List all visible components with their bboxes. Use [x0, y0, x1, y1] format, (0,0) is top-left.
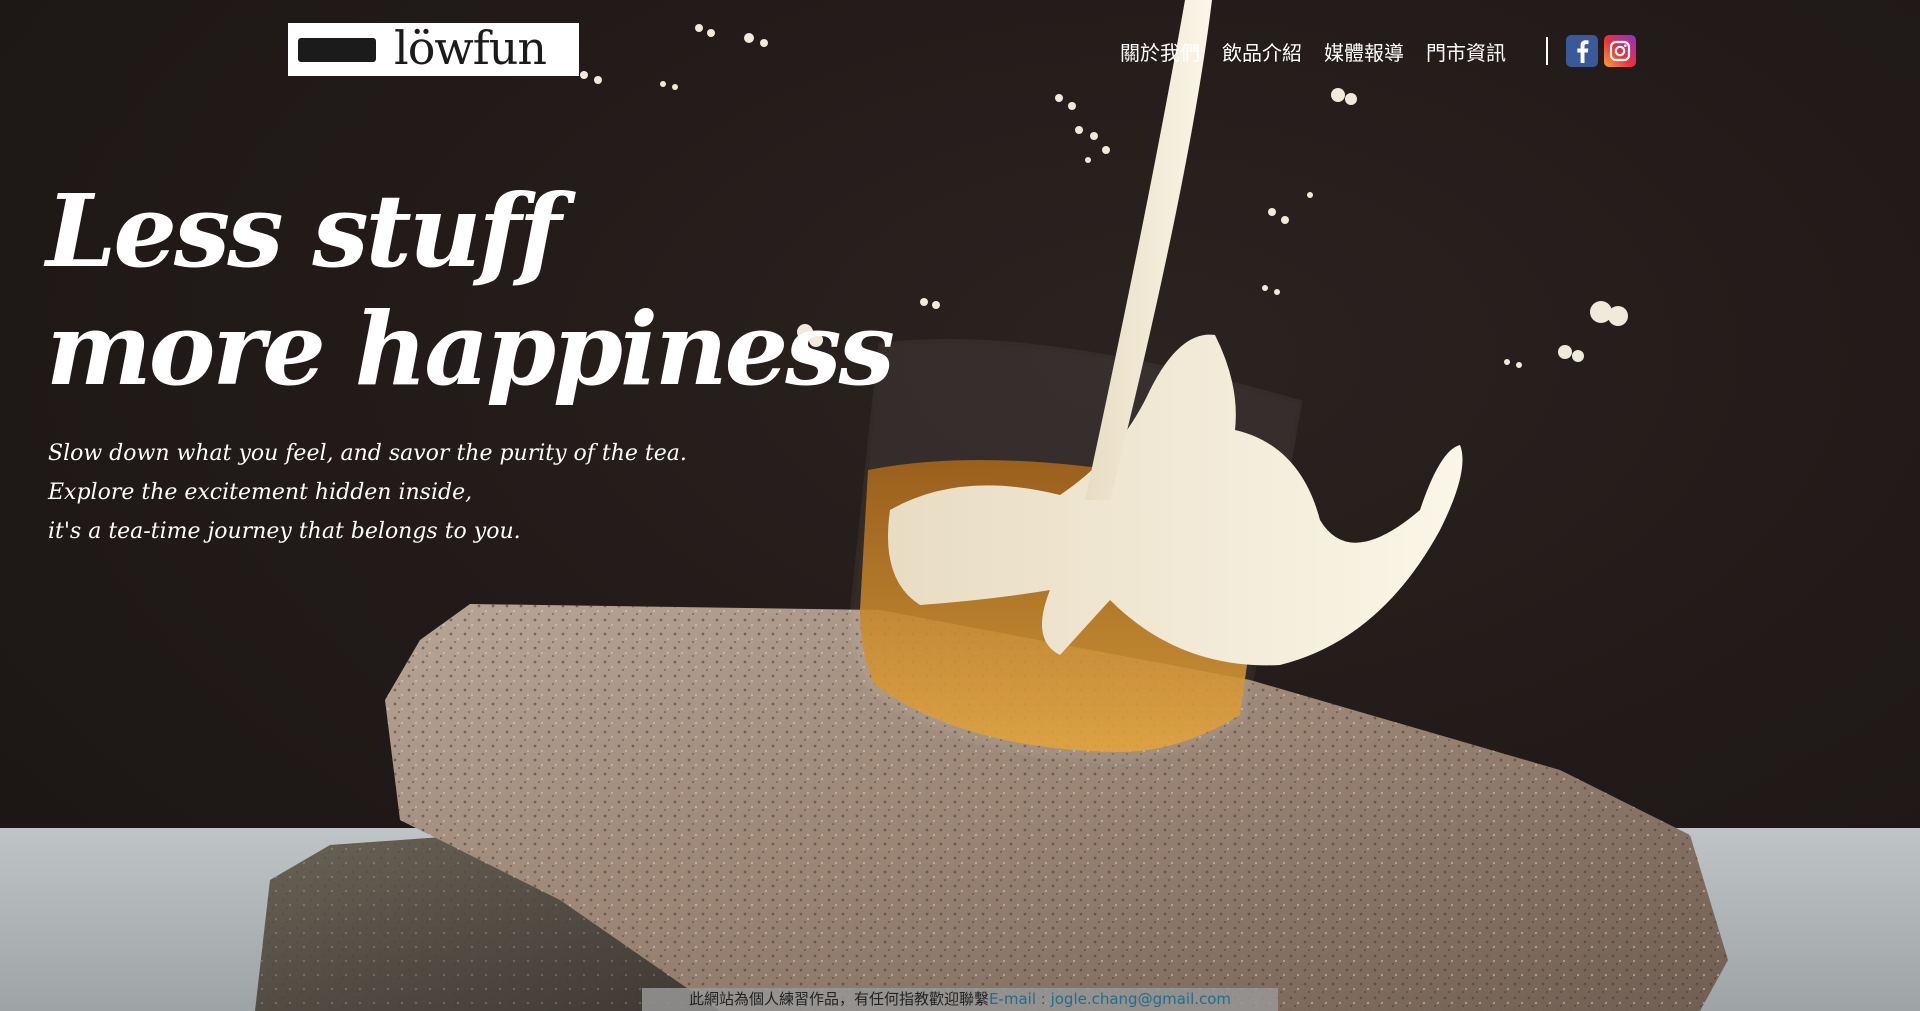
- hero-headline-line1: Less stuff: [46, 172, 562, 290]
- brand-logo[interactable]: löwfun: [288, 23, 579, 76]
- facebook-link[interactable]: [1566, 35, 1598, 67]
- instagram-icon: [1609, 40, 1631, 62]
- hero-subcopy-line2: Explore the excitement hidden inside,: [48, 480, 473, 505]
- hero-subcopy-line3: it's a tea-time journey that belongs to …: [48, 519, 521, 544]
- nav-item-stores[interactable]: 門市資訊: [1426, 37, 1506, 66]
- main-nav: 關於我們 飲品介紹 媒體報導 門市資訊: [1120, 34, 1642, 68]
- footer-notice-text: 此網站為個人練習作品，有任何指教歡迎聯繫: [688, 990, 989, 1008]
- nav-item-media[interactable]: 媒體報導: [1324, 37, 1404, 66]
- nav-item-about[interactable]: 關於我們: [1120, 37, 1200, 66]
- hero-headline-line2: more happiness: [46, 290, 895, 408]
- logo-text: löwfun: [394, 20, 547, 75]
- hero-subcopy-line1: Slow down what you feel, and savor the p…: [48, 441, 687, 466]
- footer-notice: 此網站為個人練習作品，有任何指教歡迎聯繫E-mail : jogle.chang…: [642, 988, 1278, 1011]
- facebook-icon: [1577, 40, 1589, 63]
- hero-subcopy: Slow down what you feel, and savor the p…: [48, 434, 687, 551]
- nav-item-drinks[interactable]: 飲品介紹: [1222, 37, 1302, 66]
- instagram-link[interactable]: [1604, 35, 1636, 67]
- hero-headline: Less stuff more happiness: [46, 172, 895, 408]
- contact-email-link[interactable]: E-mail : jogle.chang@gmail.com: [989, 990, 1231, 1008]
- nav-divider: [1546, 37, 1548, 65]
- page: löwfun 關於我們 飲品介紹 媒體報導 門市資訊 Less stuff mo…: [0, 0, 1920, 1011]
- logo-mark-icon: [298, 37, 376, 62]
